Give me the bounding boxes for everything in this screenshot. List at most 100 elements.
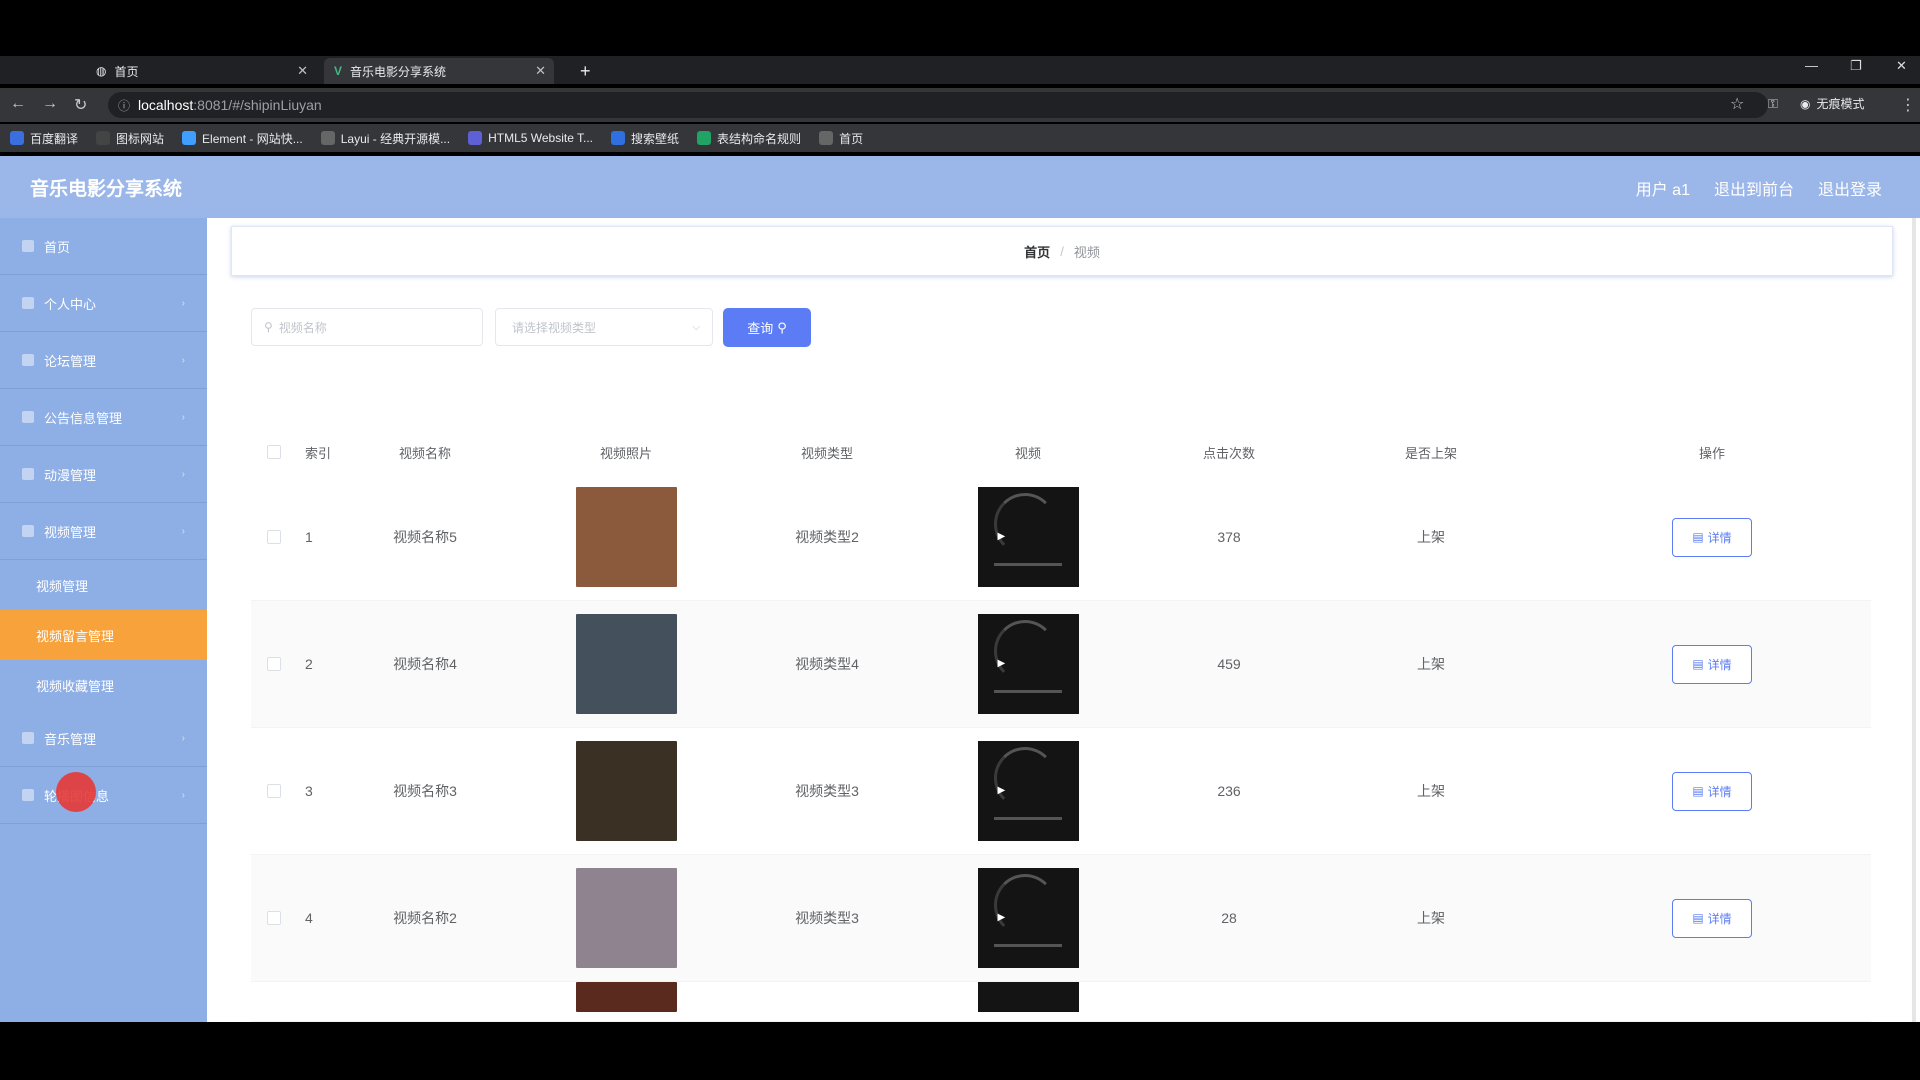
row-checkbox[interactable] bbox=[267, 784, 281, 798]
loading-ring bbox=[993, 874, 1056, 936]
row-name: 视频名称3 bbox=[393, 783, 457, 799]
row-index: 1 bbox=[305, 529, 313, 545]
chevron-icon: › bbox=[181, 411, 185, 423]
bookmark-label: 图标网站 bbox=[116, 131, 165, 146]
document-icon: ▤ bbox=[1692, 911, 1704, 925]
loading-ring bbox=[993, 620, 1056, 682]
header-index: 索引 bbox=[305, 445, 332, 461]
restore-icon[interactable]: ❐ bbox=[1850, 58, 1862, 74]
query-button[interactable]: 查询 ⚲ bbox=[723, 308, 811, 347]
progress-bar[interactable] bbox=[993, 944, 1062, 947]
sidebar-item[interactable]: 动漫管理 › bbox=[0, 446, 207, 503]
bookmark-item[interactable]: Layui - 经典开源模... bbox=[320, 130, 450, 147]
breadcrumb-current: 视频 bbox=[1073, 244, 1100, 260]
close-icon[interactable]: ✕ bbox=[535, 63, 546, 79]
video-player[interactable]: ▶ bbox=[977, 868, 1079, 968]
bookmark-item[interactable]: HTML5 Website T... bbox=[468, 131, 593, 145]
detail-button[interactable]: ▤ 详情 bbox=[1672, 898, 1752, 938]
star-icon[interactable]: ☆ bbox=[1730, 94, 1744, 114]
tab-label: 首页 bbox=[114, 64, 139, 79]
sidebar-subitem-active[interactable]: 视频留言管理 bbox=[0, 610, 207, 660]
sidebar-subitem[interactable]: 视频管理 bbox=[0, 560, 207, 610]
video-player[interactable]: ▶ bbox=[977, 614, 1079, 714]
sidebar-item[interactable]: 首页 bbox=[0, 218, 207, 275]
sidebar-subitem[interactable]: 视频收藏管理 bbox=[0, 660, 207, 710]
table-body: 1 视频名称5 视频类型2 ▶ 378 上架 ▤ 详情 2 视频名称4 视频类型4 ▶ 459 上架 ▤ 详情… bbox=[251, 474, 1871, 982]
page-scrollbar[interactable] bbox=[1912, 218, 1916, 1022]
play-icon[interactable]: ▶ bbox=[998, 658, 1006, 669]
incognito-indicator[interactable]: ◉ 无痕模式 bbox=[1800, 95, 1865, 112]
progress-bar[interactable] bbox=[993, 563, 1062, 566]
window-close-icon[interactable]: ✕ bbox=[1896, 58, 1907, 74]
video-type-select[interactable]: 请选择视频类型 ⌵ bbox=[495, 308, 713, 346]
menu-label: 公告信息管理 bbox=[44, 410, 123, 426]
play-icon[interactable]: ▶ bbox=[998, 912, 1006, 923]
close-icon[interactable]: ✕ bbox=[297, 63, 308, 79]
bookmark-item[interactable]: 表结构命名规则 bbox=[697, 130, 801, 147]
user-name: 用户 a1 bbox=[1635, 182, 1690, 199]
app-header: 音乐电影分享系统 用户 a1 退出到前台 退出登录 bbox=[0, 156, 1920, 218]
play-icon[interactable]: ▶ bbox=[998, 785, 1006, 796]
sidebar-item[interactable]: 论坛管理 › bbox=[0, 332, 207, 389]
app: 音乐电影分享系统 用户 a1 退出到前台 退出登录 首页 个人中心 › 论坛管理 › 公告… bbox=[0, 156, 1920, 1022]
sidebar-item[interactable]: 轮播图信息› bbox=[0, 767, 207, 824]
logout-link[interactable]: 退出登录 bbox=[1818, 176, 1882, 200]
video-player[interactable] bbox=[977, 982, 1079, 1012]
bookmark-item[interactable]: 图标网站 bbox=[96, 130, 164, 147]
select-all-checkbox[interactable] bbox=[267, 445, 281, 459]
to-front-link[interactable]: 退出到前台 bbox=[1714, 176, 1794, 200]
minimize-icon[interactable]: — bbox=[1805, 58, 1818, 73]
video-player[interactable]: ▶ bbox=[977, 487, 1079, 587]
progress-bar[interactable] bbox=[993, 690, 1062, 693]
row-checkbox[interactable] bbox=[267, 657, 281, 671]
brand-title: 音乐电影分享系统 bbox=[30, 179, 183, 200]
menu-icon bbox=[22, 354, 34, 366]
url-field[interactable]: ⓘ localhost :8081/#/shipinLiuyan bbox=[108, 92, 1768, 118]
forward-icon[interactable]: → bbox=[42, 95, 58, 113]
key-icon[interactable]: ⚿ bbox=[1768, 96, 1778, 112]
row-status: 上架 bbox=[1417, 529, 1445, 545]
bookmark-item[interactable]: 百度翻译 bbox=[10, 130, 78, 147]
menu-icon bbox=[22, 297, 34, 309]
bookmark-label: 百度翻译 bbox=[30, 131, 79, 146]
detail-button[interactable]: ▤ 详情 bbox=[1672, 644, 1752, 684]
detail-button[interactable]: ▤ 详情 bbox=[1672, 517, 1752, 557]
bookmark-label: Element - 网站快... bbox=[202, 131, 303, 146]
row-status: 上架 bbox=[1417, 910, 1445, 926]
menu-dots-icon[interactable]: ⋮ bbox=[1900, 95, 1916, 115]
url-path: :8081/#/shipinLiuyan bbox=[193, 97, 322, 113]
bookmark-item[interactable]: 搜索壁纸 bbox=[611, 130, 679, 147]
bookmark-item[interactable]: Element - 网站快... bbox=[182, 130, 303, 147]
sidebar-item[interactable]: 视频管理 › bbox=[0, 503, 207, 560]
header-name: 视频名称 bbox=[398, 445, 451, 461]
row-name: 视频名称4 bbox=[393, 656, 457, 672]
progress-bar[interactable] bbox=[993, 817, 1062, 820]
sidebar-item[interactable]: 音乐管理 › bbox=[0, 710, 207, 767]
play-icon[interactable]: ▶ bbox=[998, 531, 1006, 542]
sidebar-item[interactable]: 个人中心 › bbox=[0, 275, 207, 332]
bookmark-label: 表结构命名规则 bbox=[717, 131, 802, 146]
tab-home[interactable]: ◍ 首页 ✕ bbox=[86, 58, 316, 84]
new-tab-button[interactable]: + bbox=[570, 58, 600, 84]
bookmark-item[interactable]: 首页 bbox=[819, 130, 863, 147]
video-player[interactable]: ▶ bbox=[977, 741, 1079, 841]
detail-button[interactable]: ▤ 详情 bbox=[1672, 771, 1752, 811]
breadcrumb: 首页 / 视频 bbox=[231, 226, 1893, 276]
tab-app[interactable]: V 音乐电影分享系统 ✕ bbox=[324, 58, 554, 84]
bookmark-label: HTML5 Website T... bbox=[488, 131, 594, 145]
row-name: 视频名称5 bbox=[393, 529, 457, 545]
chevron-icon: › bbox=[181, 468, 185, 480]
search-input[interactable]: ⚲ 视频名称 bbox=[251, 308, 483, 346]
sidebar-item[interactable]: 公告信息管理 › bbox=[0, 389, 207, 446]
bookmark-icon bbox=[320, 131, 335, 145]
info-icon: ⓘ bbox=[118, 98, 131, 113]
reload-icon[interactable]: ↻ bbox=[74, 95, 87, 115]
menu-label: 个人中心 bbox=[44, 296, 97, 312]
row-checkbox[interactable] bbox=[267, 911, 281, 925]
back-icon[interactable]: ← bbox=[10, 95, 26, 113]
row-checkbox[interactable] bbox=[267, 530, 281, 544]
document-icon: ▤ bbox=[1692, 530, 1704, 544]
breadcrumb-home[interactable]: 首页 bbox=[1024, 242, 1050, 261]
bookmark-icon bbox=[819, 131, 834, 145]
header-video: 视频 bbox=[1014, 445, 1041, 461]
